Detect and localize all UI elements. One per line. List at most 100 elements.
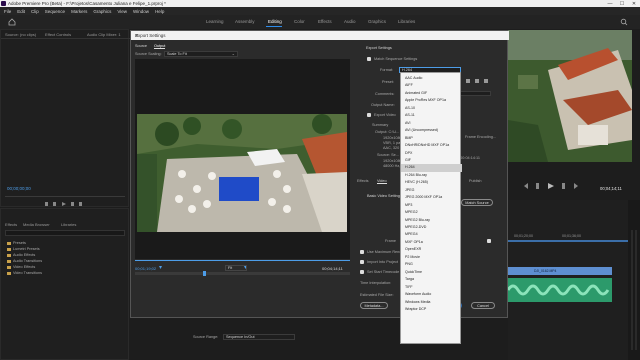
format-option[interactable]: Windows Media (401, 299, 462, 306)
menu-sequence[interactable]: Sequence (45, 9, 65, 14)
tab-publish[interactable]: Publish (469, 179, 481, 183)
metadata-button[interactable]: Metadata... (360, 302, 388, 309)
format-option[interactable]: MPEG2 (401, 209, 462, 216)
preview-scrub-line[interactable] (135, 260, 350, 261)
maximize-button[interactable]: ☐ (616, 0, 628, 7)
export-video-checkbox[interactable] (367, 113, 371, 117)
format-option[interactable]: AVI (401, 120, 462, 127)
import-into-project-checkbox[interactable] (360, 260, 364, 264)
format-option[interactable]: MPEG2 Blu-ray (401, 217, 462, 224)
preview-timecode-left[interactable]: 00;01;19;02 (135, 266, 156, 271)
source-scrubber[interactable] (5, 196, 125, 197)
program-transport-controls[interactable] (524, 182, 594, 190)
cancel-button[interactable]: Cancel (471, 302, 495, 309)
format-option[interactable]: Apple ProRes MXF OP1a (401, 97, 462, 104)
workspace-assembly[interactable]: Assembly (235, 19, 255, 24)
format-option[interactable]: MP3 (401, 202, 462, 209)
home-icon[interactable] (8, 18, 16, 26)
workspace-editing[interactable]: Editing (268, 19, 282, 24)
workspace-libraries[interactable]: Libraries (398, 19, 415, 24)
minimize-button[interactable]: — (604, 0, 616, 7)
menu-view[interactable]: View (117, 9, 127, 14)
format-option[interactable]: AIFF (401, 82, 462, 89)
timeline-time-1: 00;01;20;00 (514, 234, 533, 238)
tab-source[interactable]: Source: (no clips) (5, 32, 36, 37)
tab-video[interactable]: Video (377, 179, 387, 184)
source-range-select[interactable]: Sequence In/Out (223, 334, 295, 340)
tab-effects[interactable]: Effects (5, 222, 17, 227)
export-preview-image (137, 114, 347, 232)
format-option[interactable]: OpenEXR (401, 246, 462, 253)
format-option[interactable]: TIFF (401, 284, 462, 291)
menu-edit[interactable]: Edit (17, 9, 25, 14)
format-option[interactable]: MPEG2-DVD (401, 224, 462, 231)
format-option[interactable]: MXF OP1a (401, 239, 462, 246)
set-start-timecode-checkbox[interactable] (360, 270, 364, 274)
format-option[interactable]: AVI (Uncompressed) (401, 127, 462, 134)
menu-graphics[interactable]: Graphics (93, 9, 111, 14)
menu-help[interactable]: Help (155, 9, 164, 14)
menu-file[interactable]: File (4, 9, 11, 14)
range-track[interactable] (135, 271, 350, 276)
fit-select[interactable]: Fit (225, 265, 247, 271)
summary-output: Output: C:\U... (375, 130, 400, 134)
format-option[interactable]: Wraptor DCP (401, 306, 462, 313)
export-video-label: Export Video (374, 113, 396, 117)
tab-libraries[interactable]: Libraries (61, 222, 76, 227)
tree-item-video-transitions[interactable]: Video Transitions (7, 270, 42, 276)
tab-source[interactable]: Source (135, 44, 147, 48)
format-option[interactable]: DNxHR/DNxHD MXF OP1a (401, 142, 462, 149)
audio-meters (628, 200, 640, 360)
menu-markers[interactable]: Markers (71, 9, 87, 14)
frame-checkbox[interactable] (487, 239, 491, 243)
work-area-bar[interactable] (508, 240, 640, 242)
format-option[interactable]: MPEG4 (401, 231, 462, 238)
format-option[interactable]: Waveform Audio (401, 291, 462, 298)
tab-effect-controls[interactable]: Effect Controls (45, 32, 71, 37)
audio-clip[interactable] (506, 278, 612, 302)
tab-output[interactable]: Output (154, 44, 166, 49)
match-sequence-checkbox[interactable] (367, 57, 371, 61)
source-transport-controls[interactable] (45, 201, 85, 207)
program-timecode[interactable]: 00;04;14;11 (600, 186, 622, 191)
close-button[interactable]: ✕ (628, 0, 640, 7)
format-option[interactable]: HEVC (H.265) (401, 179, 462, 186)
source-scaling-select[interactable]: Scale To Fit ⌄ (164, 51, 238, 57)
workspace-learning[interactable]: Learning (206, 19, 224, 24)
video-clip[interactable]: DJI_0162.MP4 (508, 267, 612, 275)
dialog-close-button[interactable]: ✕ (135, 33, 506, 39)
format-option[interactable]: QuickTime (401, 269, 462, 276)
format-option[interactable]: JPEG 2000 MXF OP1a (401, 194, 462, 201)
workspace-graphics[interactable]: Graphics (368, 19, 386, 24)
workspace-effects[interactable]: Effects (318, 19, 332, 24)
search-icon[interactable] (620, 18, 628, 26)
tab-effects-2[interactable]: Effects (357, 179, 369, 183)
format-option[interactable]: H.264 (401, 164, 462, 172)
effects-search-input[interactable] (5, 230, 125, 236)
format-option[interactable]: GIF (401, 157, 462, 164)
window-controls: — ☐ ✕ (604, 0, 640, 7)
tab-audio-clip-mixer[interactable]: Audio Clip Mixer: 1 (87, 32, 121, 37)
premiere-app-icon (1, 1, 6, 6)
menu-window[interactable]: Window (133, 9, 149, 14)
workspace-audio[interactable]: Audio (344, 19, 356, 24)
format-option[interactable]: BMP (401, 135, 462, 142)
format-option[interactable]: AS-11 (401, 112, 462, 119)
format-option[interactable]: Targa (401, 276, 462, 283)
preset-action-icons[interactable] (466, 78, 492, 84)
playhead-handle[interactable] (203, 271, 206, 276)
match-source-button[interactable]: Match Source (461, 199, 493, 206)
format-option[interactable]: JPEG (401, 187, 462, 194)
tab-media-browser[interactable]: Media Browser (23, 222, 50, 227)
menu-clip[interactable]: Clip (31, 9, 39, 14)
format-option[interactable]: P2 Movie (401, 254, 462, 261)
source-timecode[interactable]: 00;00;00;00 (7, 186, 31, 191)
format-option[interactable]: AAC Audio (401, 75, 462, 82)
format-option[interactable]: DPX (401, 150, 462, 157)
format-option[interactable]: PNG (401, 261, 462, 268)
format-option[interactable]: H.264 Blu-ray (401, 172, 462, 179)
format-option[interactable]: AS-10 (401, 105, 462, 112)
workspace-color[interactable]: Color (294, 19, 305, 24)
format-option[interactable]: Animated GIF (401, 90, 462, 97)
use-max-render-checkbox[interactable] (360, 250, 364, 254)
